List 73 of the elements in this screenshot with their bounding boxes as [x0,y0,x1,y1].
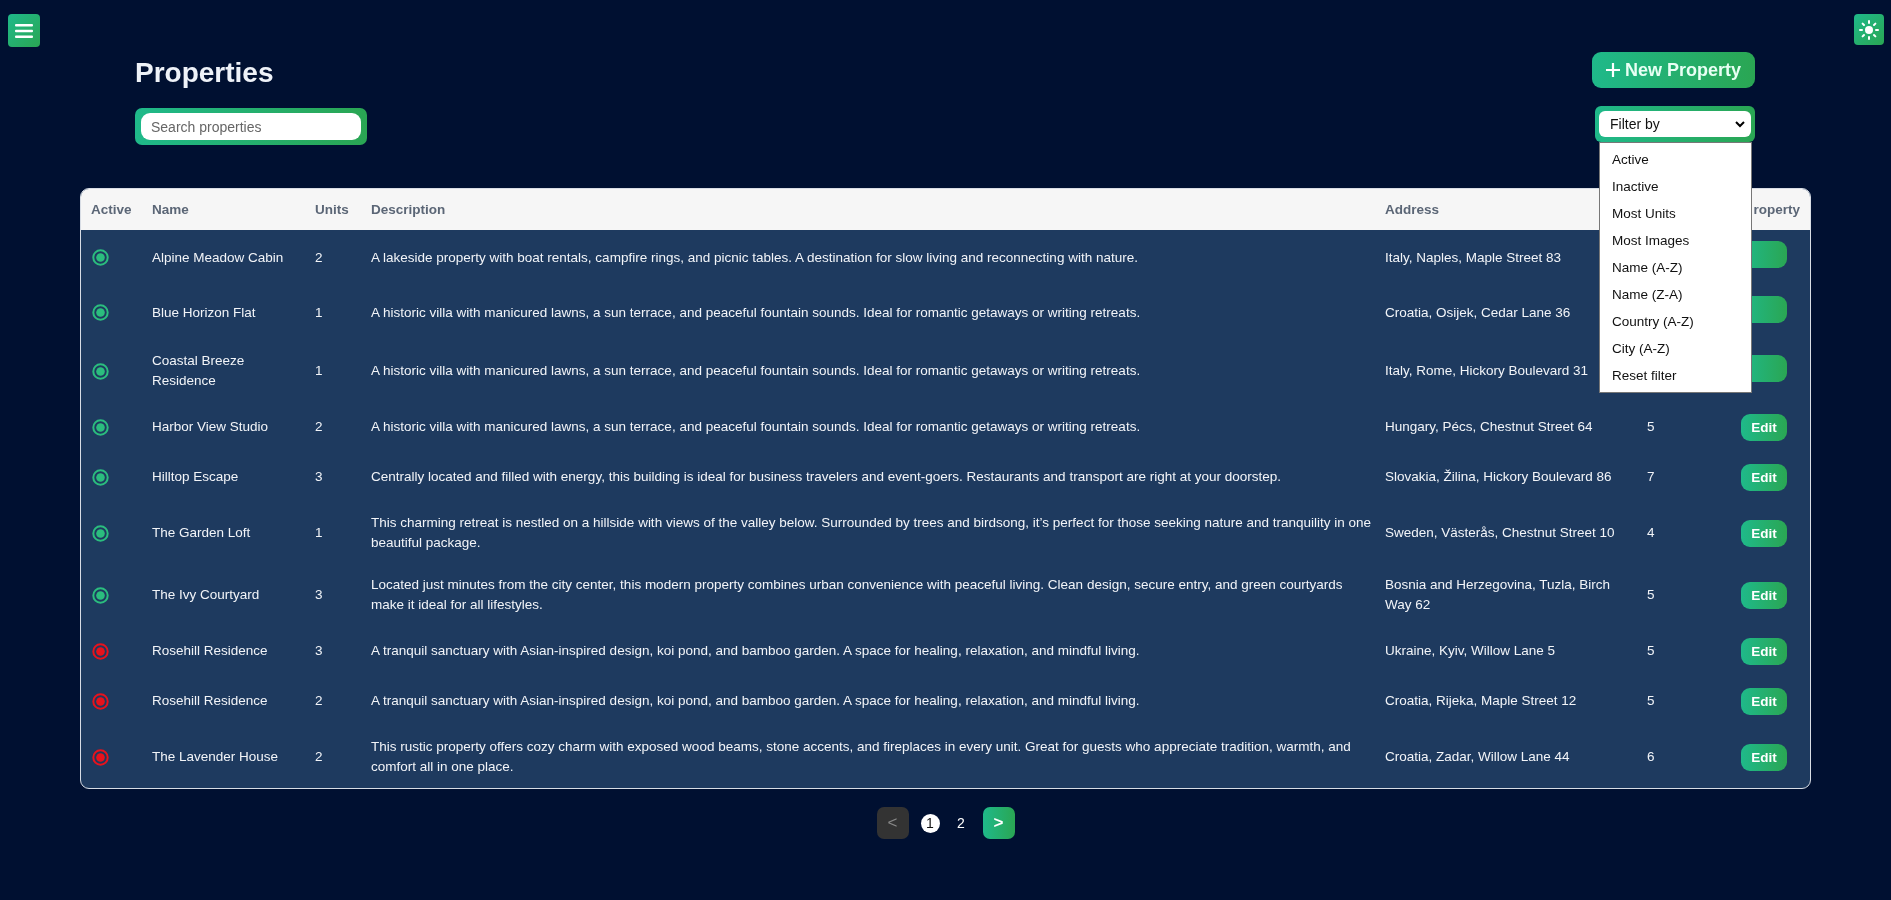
table-cell: 2 [315,749,323,764]
filter-select[interactable]: Filter by [1595,106,1755,142]
table-cell: Coastal Breeze Residence [152,353,245,388]
table-cell: 3 [315,643,323,658]
table-cell: A historic villa with manicured lawns, a sun terrace, and peaceful fountain sounds. Ideal for romantic getaways or writing retreats. [371,304,1141,320]
table-cell: Croatia, Osijek, Cedar Lane 36 [1385,304,1571,320]
table-cell: A tranquil sanctuary with Asian-inspired design, koi pond, and bamboo garden. A space for healing, relaxation, and mindful living. [371,643,1140,658]
table-cell: This rustic property offers cozy charm with exposed wood beams, stone accents, and fireplaces in every unit. Great for guests who appreciate tradition, warmth, and comfort all in one place. [371,739,1351,774]
menu-button[interactable] [8,14,40,47]
table-cell: Bosnia and Herzegovina, Tuzla, Birch Way 62 [1385,577,1611,612]
table-cell: 3 [315,469,323,484]
table-cell: 5 [1647,693,1655,708]
search-field[interactable]: Search properties [135,108,367,145]
table-cell: Rosehill Residence [152,693,268,708]
column-header: roperty [1753,202,1800,217]
table-cell: Harbor View Studio [152,419,269,434]
table-cell: Croatia, Rijeka, Maple Street 12 [1385,693,1577,708]
table-cell: A historic villa with manicured lawns, a sun terrace, and peaceful fountain sounds. Ideal for romantic getaways or writing retreats. [371,419,1141,434]
table-cell: 3 [315,587,323,602]
filter-option[interactable]: Inactive [1600,173,1751,200]
table-cell: Italy, Naples, Maple Street 83 [1385,249,1562,265]
table-cell: Slovakia, Žilina, Hickory Boulevard 86 [1385,469,1612,484]
table-cell: 1 [315,304,323,320]
table-cell: Rosehill Residence [152,643,268,658]
filter-option[interactable]: Name (A-Z) [1600,254,1751,281]
page-number[interactable]: 2 [951,813,971,833]
table-cell: Hungary, Pécs, Chestnut Street 64 [1385,419,1593,434]
table-cell: The Ivy Courtyard [152,587,260,602]
filter-option[interactable]: City (A-Z) [1600,335,1751,362]
table-cell: 7 [1647,469,1655,484]
table-cell: 2 [315,249,323,265]
table-cell: The Lavender House [152,749,279,764]
filter-option[interactable]: Country (A-Z) [1600,308,1751,335]
filter-option[interactable]: Name (Z-A) [1600,281,1751,308]
table-cell: 5 [1647,643,1655,658]
table-cell: Alpine Meadow Cabin [152,249,284,265]
table-cell: A historic villa with manicured lawns, a sun terrace, and peaceful fountain sounds. Ideal for romantic getaways or writing retreats. [371,363,1141,378]
table-cell: 2 [315,419,323,434]
table-cell: 5 [1647,587,1655,602]
table-cell: The Garden Loft [152,525,251,540]
menu-icon [15,23,33,38]
table-cell: Sweden, Västerås, Chestnut Street 10 [1385,525,1615,540]
theme-toggle-button[interactable] [1854,14,1884,45]
filter-option[interactable]: Most Units [1600,200,1751,227]
table-cell: 6 [1647,749,1655,764]
table-cell: 2 [315,693,323,708]
chevron-down-icon [1735,121,1745,128]
table-cell: A tranquil sanctuary with Asian-inspired design, koi pond, and bamboo garden. A space for healing, relaxation, and mindful living. [371,693,1140,708]
filter-option[interactable]: Active [1600,146,1751,173]
table-cell: Ukraine, Kyiv, Willow Lane 5 [1385,643,1556,658]
column-header: Active [91,202,132,217]
table-cell: 5 [1647,419,1655,434]
table-cell: Blue Horizon Flat [152,304,256,320]
column-header: Address [1385,202,1440,217]
column-header: Description [371,202,446,217]
column-header: Units [315,202,349,217]
page-number[interactable]: 1 [920,813,940,833]
table-cell: A lakeside property with boat rentals, campfire rings, and picnic tables. A destination for slow living and reconnecting with nature. [371,249,1138,265]
table-cell: 4 [1647,525,1655,540]
table-cell: Located just minutes from the city center, this modern property combines urban convenience with peaceful living. Clean design, secure entry, and green courtyards make it ideal for all lifestyles. [371,577,1343,612]
filter-option[interactable]: Most Images [1600,227,1751,254]
table-cell: Italy, Rome, Hickory Boulevard 31 [1385,363,1589,378]
table-cell: This charming retreat is nestled on a hillside with views of the valley below. Surrounded by trees and birdsong, it’s perfect for those seeking nature and tranquility in one beautiful package. [371,515,1372,550]
table-cell: Croatia, Zadar, Willow Lane 44 [1385,749,1570,764]
plus-icon [1605,63,1620,77]
table-cell: 1 [315,363,323,378]
table-cell: Hilltop Escape [152,469,239,484]
sun-icon [1859,19,1879,40]
table-cell: 1 [315,525,323,540]
filter-option[interactable]: Reset filter [1600,362,1751,389]
page-title: Properties [135,56,275,90]
column-header: Name [152,202,189,217]
table-cell: Centrally located and filled with energy, this building is ideal for business travelers and event-goers. Restaurants and transport are right at your doorstep. [371,469,1281,484]
